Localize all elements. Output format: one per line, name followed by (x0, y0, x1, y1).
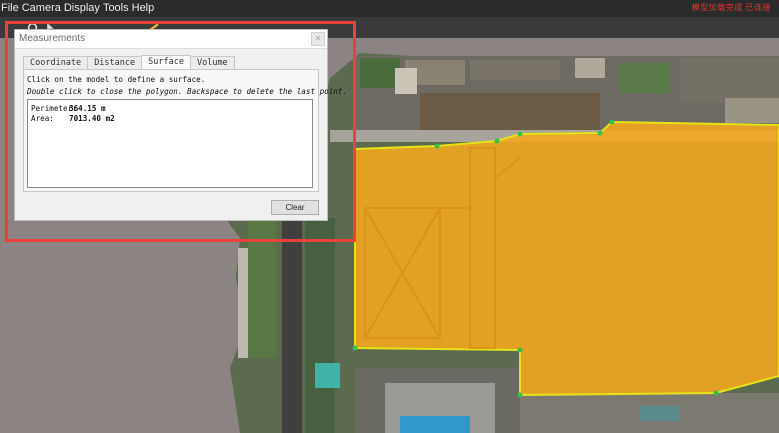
area-label: Area: (31, 114, 54, 123)
tab-surface[interactable]: Surface (141, 55, 191, 70)
perimeter-row: Perimeter:364.15 m (31, 104, 106, 113)
menu-help[interactable]: Help (131, 0, 157, 17)
perimeter-value: 364.15 m (69, 104, 106, 113)
menu-camera[interactable]: Camera (21, 0, 63, 17)
menu-tools[interactable]: Tools (102, 0, 131, 17)
menu-bar: File Camera Display Tools Help 模型加载完成 已连… (0, 0, 779, 17)
hint-text: Double click to close the polygon. Backs… (27, 87, 348, 96)
results-box[interactable]: Perimeter:364.15 m Area: 7013.40 m2 (27, 99, 313, 188)
tab-distance[interactable]: Distance (87, 56, 143, 70)
status-text: 模型加载完成 已连接 (691, 3, 771, 12)
tab-coordinate[interactable]: Coordinate (23, 56, 89, 70)
close-icon[interactable]: × (311, 32, 325, 46)
perimeter-label: Perimeter: (31, 104, 77, 113)
surface-panel: Click on the model to define a surface. … (23, 69, 347, 192)
instruction-text: Click on the model to define a surface. (27, 75, 206, 84)
menu-file[interactable]: File (0, 0, 21, 17)
clear-button[interactable]: Clear (271, 200, 319, 215)
tab-bar: Coordinate Distance Surface Volume (23, 55, 235, 70)
area-value: 7013.40 m2 (69, 114, 115, 123)
menu-display[interactable]: Display (63, 0, 102, 17)
measurements-dialog: Measurements × Coordinate Distance Surfa… (14, 29, 347, 221)
dialog-titlebar[interactable]: Measurements × (15, 30, 327, 49)
tab-volume[interactable]: Volume (189, 56, 235, 70)
area-row: Area: 7013.40 m2 (31, 114, 115, 123)
dialog-title: Measurements (19, 33, 86, 44)
